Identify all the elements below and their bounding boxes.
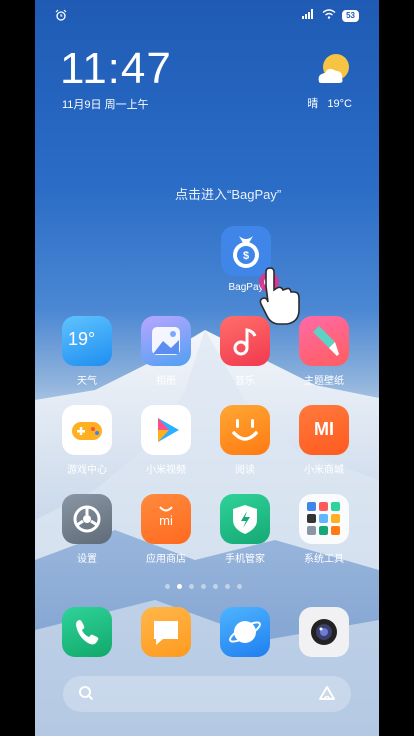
page-dot — [213, 584, 218, 589]
app-label: 应用商店 — [146, 554, 186, 565]
app-label: 音乐 — [235, 376, 255, 387]
app-reader[interactable]: 阅读 — [217, 405, 273, 476]
themes-icon — [299, 316, 349, 366]
browser-planet-icon — [220, 607, 270, 657]
search-icon — [78, 685, 94, 706]
wifi-icon — [322, 9, 336, 22]
sun-cloud-icon[interactable] — [315, 52, 353, 86]
page-dot — [189, 584, 194, 589]
app-gallery[interactable]: 相册 — [138, 316, 194, 387]
page-dot — [165, 584, 170, 589]
search-bar[interactable] — [63, 676, 351, 712]
video-play-icon — [141, 405, 191, 455]
gallery-icon — [141, 316, 191, 366]
app-music[interactable]: 音乐 — [217, 316, 273, 387]
app-games[interactable]: 游戏中心 — [59, 405, 115, 476]
clock-time[interactable]: 11:47 — [60, 44, 172, 94]
app-label: 小米视频 — [146, 465, 186, 476]
app-label: 设置 — [77, 554, 97, 565]
status-bar: 53 — [35, 6, 379, 28]
svg-text:$: $ — [243, 250, 249, 262]
app-camera[interactable] — [296, 607, 352, 657]
signal-icon — [302, 9, 316, 22]
app-browser[interactable] — [217, 607, 273, 657]
battery-indicator: 53 — [342, 9, 359, 22]
app-settings[interactable]: 设置 — [59, 494, 115, 565]
tutorial-hint: 点击进入“BagPay” — [175, 187, 282, 202]
app-label: 手机管家 — [225, 554, 265, 565]
mi-mark: MI — [314, 419, 334, 439]
app-label: 游戏中心 — [67, 465, 107, 476]
weather-summary: 晴 19°C — [307, 95, 352, 111]
page-dot — [225, 584, 230, 589]
app-label: 小米商城 — [304, 465, 344, 476]
weather-app-temp: 19° — [68, 329, 96, 349]
home-screen: 53 11:47 11月9日 周一上午 晴 19°C 点击进入“BagPay” … — [35, 0, 379, 736]
app-folder-tools[interactable]: 系统工具 — [296, 494, 352, 565]
app-label: 系统工具 — [304, 554, 344, 565]
assistant-icon[interactable] — [318, 685, 336, 706]
appstore-mark: mi — [159, 513, 173, 528]
page-dot — [201, 584, 206, 589]
alarm-icon — [55, 9, 67, 24]
gear-icon — [62, 494, 112, 544]
gamepad-icon — [62, 405, 112, 455]
app-label: 主题壁纸 — [304, 376, 344, 387]
weather-temp: 19°C — [327, 98, 352, 110]
camera-icon — [299, 607, 349, 657]
weather-app-icon: 19° — [62, 316, 112, 366]
shield-icon — [220, 494, 270, 544]
app-messages[interactable] — [138, 607, 194, 657]
app-label: 阅读 — [235, 465, 255, 476]
app-appstore[interactable]: mi 应用商店 — [138, 494, 194, 565]
weather-condition: 晴 — [307, 98, 319, 110]
folder-icon — [299, 494, 349, 544]
music-icon — [220, 316, 270, 366]
app-phone[interactable] — [59, 607, 115, 657]
page-indicator[interactable] — [165, 584, 242, 589]
page-dot-active — [177, 584, 182, 589]
app-themes[interactable]: 主题壁纸 — [296, 316, 352, 387]
app-video[interactable]: 小米视频 — [138, 405, 194, 476]
message-icon — [141, 607, 191, 657]
app-label: 相册 — [156, 376, 176, 387]
mi-logo-icon: MI — [299, 405, 349, 455]
reader-smile-icon — [220, 405, 270, 455]
app-security[interactable]: 手机管家 — [217, 494, 273, 565]
page-dot — [237, 584, 242, 589]
app-mi-store[interactable]: MI 小米商城 — [296, 405, 352, 476]
app-label: 天气 — [77, 376, 97, 387]
shopping-bag-icon: mi — [141, 494, 191, 544]
app-weather[interactable]: 19° 天气 — [59, 316, 115, 387]
clock-date: 11月9日 周一上午 — [62, 99, 149, 111]
phone-icon — [62, 607, 112, 657]
